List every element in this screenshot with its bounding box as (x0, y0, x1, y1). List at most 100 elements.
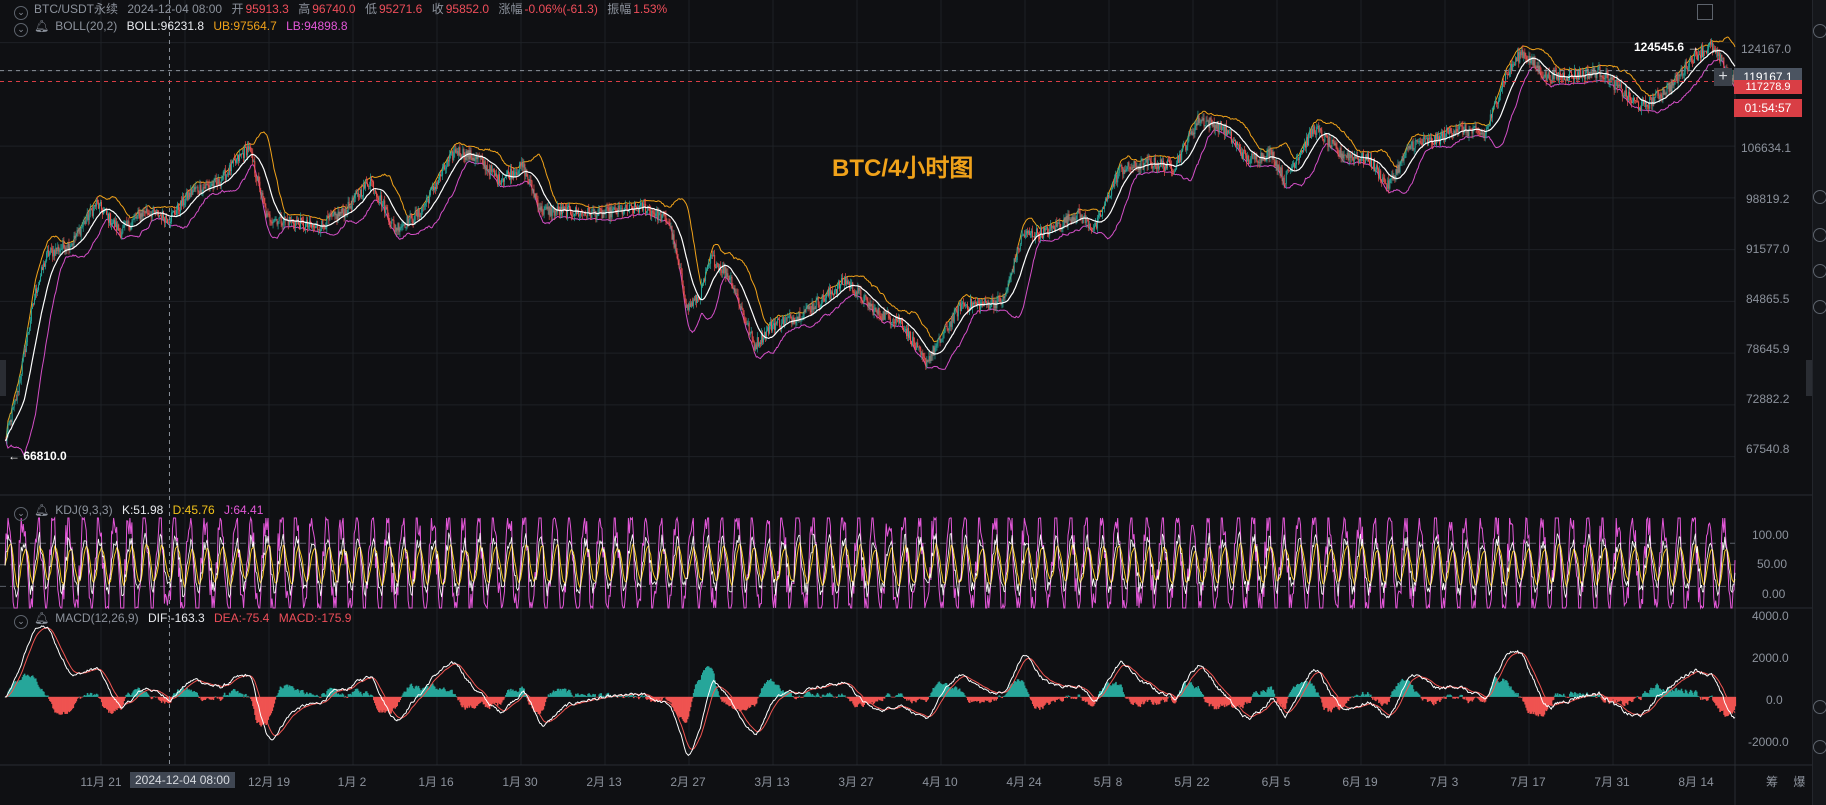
candle-body (1196, 123, 1198, 126)
candle-body (227, 173, 229, 175)
candle-body (412, 222, 414, 223)
candle-body (844, 278, 846, 285)
candle-body (737, 293, 739, 299)
candle-body (1376, 165, 1378, 170)
candle-body (667, 221, 669, 223)
macd-bar (1519, 696, 1521, 697)
candle-body (160, 215, 162, 221)
candle-body (853, 291, 855, 293)
macd-bar (1318, 695, 1320, 697)
candle-body (1675, 75, 1677, 77)
candle-body (162, 211, 164, 219)
candle-body (695, 294, 697, 303)
candle-body (620, 208, 622, 209)
candle-body (483, 161, 485, 166)
candle-body (221, 179, 223, 181)
candle-body (1413, 148, 1415, 150)
candle-body (529, 179, 531, 184)
candle-body (369, 178, 371, 187)
candle-body (1173, 171, 1175, 173)
candle-body (146, 208, 148, 213)
macd-bar (1001, 696, 1004, 699)
candle-body (440, 174, 442, 177)
candle-body (928, 355, 930, 362)
candle-body (437, 182, 438, 184)
candle-body (446, 166, 448, 169)
candle-body (1204, 125, 1206, 127)
candle-body (675, 244, 677, 251)
candle-body (114, 219, 116, 228)
candle-body (625, 204, 627, 209)
candle-body (1690, 57, 1692, 61)
candle-body (74, 235, 76, 239)
candle-body (708, 264, 710, 266)
candle-body (381, 195, 383, 207)
candle-body (550, 207, 552, 216)
candle-body (1494, 101, 1496, 104)
candle-body (840, 283, 842, 289)
candle-body (1456, 129, 1458, 132)
candle-body (996, 301, 998, 309)
candle-body (430, 188, 432, 190)
candle-body (1244, 150, 1246, 151)
candle-body (386, 207, 388, 210)
candle-body (1566, 78, 1568, 81)
candle-body (1202, 118, 1204, 121)
candle-body (431, 185, 433, 189)
candle-body (538, 207, 540, 209)
candle-body (414, 211, 416, 221)
candle-body (1249, 163, 1251, 164)
candle-body (1119, 165, 1121, 173)
candle-body (938, 337, 940, 339)
candle-body (999, 297, 1001, 302)
candle-body (978, 301, 980, 303)
macd-bar (504, 696, 506, 698)
candle-body (339, 212, 341, 217)
candle-body (186, 192, 188, 199)
candle-body (1323, 140, 1325, 142)
candle-body (1504, 82, 1506, 84)
candle-body (1167, 159, 1169, 161)
candle-body (242, 153, 244, 154)
candle-body (81, 226, 83, 228)
candle-body (312, 225, 314, 228)
candle-body (1124, 170, 1126, 173)
candle-body (57, 246, 59, 252)
candle-body (325, 227, 327, 230)
candle-body (1361, 152, 1363, 157)
candle-body (1261, 152, 1263, 161)
candle-body (1303, 146, 1305, 153)
boll-mid-line (4, 49, 1736, 441)
candle-body (1639, 107, 1641, 110)
candle-body (257, 176, 259, 181)
candle-body (1423, 137, 1425, 139)
candle-body (1550, 81, 1552, 83)
candle-body (189, 192, 191, 197)
candle-body (268, 213, 270, 215)
candle-body (272, 221, 274, 224)
candle-body (401, 225, 403, 228)
chart-canvas[interactable] (0, 0, 1826, 805)
candle-body (48, 250, 50, 256)
candle-body (205, 184, 207, 189)
candle-body (804, 310, 806, 312)
candle-body (1357, 158, 1359, 163)
macd-bar (820, 696, 823, 698)
candle-body (1201, 119, 1203, 121)
candle-body (885, 312, 887, 314)
candle-body (1674, 75, 1676, 84)
candle-body (362, 184, 364, 196)
candle-body (915, 346, 917, 350)
candle-body (459, 147, 461, 155)
candle-body (1443, 131, 1445, 139)
candle-body (1182, 145, 1184, 151)
candle-body (762, 337, 764, 343)
candle-body (1268, 150, 1270, 158)
candle-body (504, 177, 506, 182)
candle-body (624, 204, 626, 208)
candle-body (785, 317, 787, 320)
candle-body (322, 220, 324, 225)
candle-body (113, 219, 115, 223)
candle-body (1327, 137, 1329, 147)
candle-body (251, 151, 253, 153)
